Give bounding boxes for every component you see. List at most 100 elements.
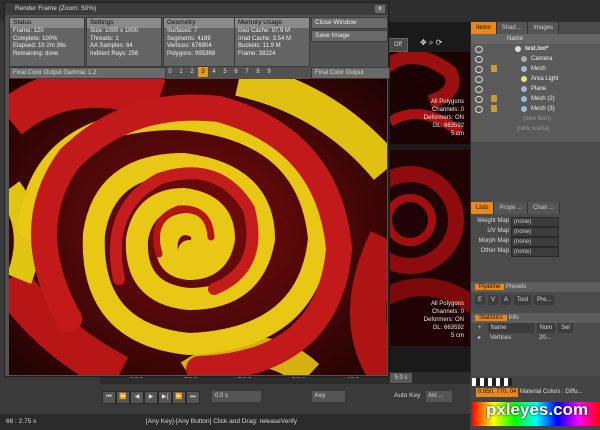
tab-shader[interactable]: Shad ... bbox=[496, 22, 529, 34]
visibility-eye-icon[interactable] bbox=[475, 46, 483, 53]
vertex-maps: Weight Map (none) UV Map (none) Morph Map(… bbox=[471, 214, 600, 257]
status-time: 66 : 2.75 s bbox=[6, 418, 37, 425]
buffer-5[interactable]: 5 bbox=[220, 67, 230, 77]
buffer-4[interactable]: 4 bbox=[209, 67, 219, 77]
save-image-button[interactable]: Save Image bbox=[311, 30, 388, 42]
prev-key-icon[interactable]: ⏪ bbox=[116, 391, 130, 404]
status-bar: 66 : 2.75 s [Any Key]-[Any Button] Click… bbox=[0, 414, 470, 430]
status-panel-header: Status bbox=[10, 18, 84, 28]
viewport-top[interactable]: All Polygons Channels: 0 Deformers: ON GL: … bbox=[390, 52, 470, 144]
visibility-eye-icon[interactable] bbox=[475, 106, 483, 113]
material-colors-select[interactable]: Material Colors : Diffu... bbox=[520, 388, 583, 397]
close-icon[interactable]: x bbox=[375, 5, 385, 13]
lock-icon[interactable] bbox=[491, 105, 497, 112]
tab-pipeline[interactable]: Pipeline bbox=[475, 284, 505, 290]
viewport-bottom[interactable]: All Polygons Channels: 0 Deformers: ON GL: … bbox=[390, 150, 470, 346]
tree-row-mesh-3[interactable]: Mesh (3) bbox=[471, 104, 600, 114]
time-controls bbox=[4, 386, 94, 408]
tree-column-name: Name bbox=[471, 34, 600, 44]
tree-row-mesh-2[interactable]: Mesh (2) bbox=[471, 94, 600, 104]
pipeline-col-tool[interactable]: Tool bbox=[514, 295, 532, 305]
stat-row-vertices[interactable]: ▸ Vertices 20... bbox=[471, 333, 600, 343]
mesh-icon bbox=[521, 66, 527, 72]
watermark: pxleyes.com bbox=[486, 400, 589, 419]
buffer-3[interactable]: 3 bbox=[198, 67, 208, 77]
prev-frame-icon[interactable]: ◀ bbox=[130, 391, 144, 404]
stat-col-sel: Sel bbox=[558, 323, 573, 333]
buffer-7[interactable]: 7 bbox=[242, 67, 252, 77]
tab-info[interactable]: Info bbox=[509, 315, 519, 321]
buffer-2[interactable]: 2 bbox=[187, 67, 197, 77]
new-item-row[interactable]: (new item) bbox=[471, 114, 600, 124]
buffer-0[interactable]: 0 bbox=[165, 67, 175, 77]
expand-arrow-icon[interactable]: ▸ bbox=[475, 333, 484, 343]
play-icon[interactable]: ▶ bbox=[144, 391, 158, 404]
render-frame-window[interactable]: Render Frame (Zoom: 50%) x Status Frame:… bbox=[4, 2, 390, 377]
tab-statistics[interactable]: Statistics bbox=[475, 315, 508, 321]
other-map-select[interactable]: (none) bbox=[511, 247, 559, 257]
settings-panel: Settings Size: 1000 x 1000 Threads: 1 AA… bbox=[86, 17, 162, 67]
tree-row-camera[interactable]: Camera bbox=[471, 54, 600, 64]
go-start-icon[interactable]: ⏮ bbox=[102, 391, 116, 404]
pipeline-tools: E V A Tool Pre... bbox=[471, 295, 600, 305]
anim-mode-select[interactable]: Ani ... bbox=[426, 391, 452, 402]
visibility-eye-icon[interactable] bbox=[475, 96, 483, 103]
visibility-eye-icon[interactable] bbox=[475, 86, 483, 93]
visibility-eye-icon[interactable] bbox=[475, 76, 483, 83]
visibility-eye-icon[interactable] bbox=[475, 56, 483, 63]
go-end-icon[interactable]: ⏭ bbox=[186, 391, 200, 404]
new-scene-row[interactable]: (new scene) bbox=[471, 124, 600, 134]
viewport-dropdown[interactable]: Off bbox=[388, 38, 408, 52]
key-field[interactable]: Key bbox=[312, 391, 345, 402]
lock-icon[interactable] bbox=[491, 95, 497, 102]
camera-icon bbox=[521, 56, 527, 62]
pipeline-col-e[interactable]: E bbox=[475, 295, 486, 305]
expand-icon[interactable]: + bbox=[475, 323, 485, 333]
pipeline-col-preset[interactable]: Pre... bbox=[534, 295, 555, 305]
buffer-selector: 0 1 2 3 4 5 6 7 8 9 bbox=[165, 67, 274, 77]
tab-channels[interactable]: Chan ... bbox=[528, 202, 561, 214]
next-frame-icon[interactable]: ▶| bbox=[158, 391, 172, 404]
tree-row-scene[interactable]: test.lxo* bbox=[471, 44, 600, 54]
swatch-strip[interactable] bbox=[472, 378, 512, 386]
spiral-render bbox=[9, 79, 387, 375]
gamma-field[interactable]: Final Color Output Gamma: 1.2 bbox=[9, 67, 166, 79]
rgb-field[interactable]: 0.950, 770, 04 bbox=[476, 388, 518, 397]
pipeline-col-v[interactable]: V bbox=[488, 295, 499, 305]
rendered-image bbox=[9, 79, 387, 375]
stat-col-name: Name bbox=[487, 323, 534, 333]
next-key-icon[interactable]: ⏩ bbox=[172, 391, 186, 404]
memory-panel-header: Memory Usage bbox=[235, 18, 309, 28]
auto-key-label[interactable]: Auto Key bbox=[394, 392, 420, 399]
uv-map-row: UV Map (none) bbox=[471, 226, 600, 237]
output-select[interactable]: Final Color Output bbox=[311, 67, 390, 79]
status-panel: Status Frame: 120 Complete: 100% Elapsed… bbox=[9, 17, 85, 67]
time-field[interactable]: 0.0 s bbox=[212, 391, 261, 402]
buffer-9[interactable]: 9 bbox=[264, 67, 274, 77]
lists-tabs: Lists Prope ... Chan ... bbox=[471, 202, 600, 214]
buffer-1[interactable]: 1 bbox=[176, 67, 186, 77]
right-panel: Items Shad ... Images Name test.lxo* Cam… bbox=[470, 22, 600, 430]
buffer-8[interactable]: 8 bbox=[253, 67, 263, 77]
move-view-icon[interactable]: ✥ ⌕ ⟳ bbox=[420, 38, 442, 48]
tree-row-plane[interactable]: Plane bbox=[471, 84, 600, 94]
visibility-eye-icon[interactable] bbox=[475, 66, 483, 73]
geometry-panel: Geometry Surfaces: 7 Segments: 4189 Vert… bbox=[163, 17, 239, 67]
tree-row-area-light[interactable]: Area Light bbox=[471, 74, 600, 84]
pipeline-header: Pipeline Presets bbox=[471, 282, 600, 292]
current-frame[interactable]: 5.0 s bbox=[390, 373, 412, 383]
statistics-header: Statistics Info bbox=[471, 313, 600, 323]
lock-icon[interactable] bbox=[491, 65, 497, 72]
buffer-6[interactable]: 6 bbox=[231, 67, 241, 77]
close-window-button[interactable]: Close Window bbox=[311, 17, 388, 29]
transport-bar: ⏮ ⏪ ◀ ▶ ▶| ⏩ ⏭ 0.0 s Key Auto Key Ani ..… bbox=[100, 388, 470, 406]
viewport-top-info: All Polygons Channels: 0 Deformers: ON GL: … bbox=[423, 99, 464, 137]
tab-lists[interactable]: Lists bbox=[471, 202, 495, 214]
tab-images[interactable]: Images bbox=[528, 22, 560, 34]
scene-icon bbox=[515, 46, 521, 52]
tab-properties[interactable]: Prope ... bbox=[494, 202, 529, 214]
tab-items[interactable]: Items bbox=[471, 22, 497, 34]
tree-row-mesh[interactable]: Mesh bbox=[471, 64, 600, 74]
pipeline-col-a[interactable]: A bbox=[501, 295, 512, 305]
tab-presets[interactable]: Presets bbox=[506, 284, 526, 290]
